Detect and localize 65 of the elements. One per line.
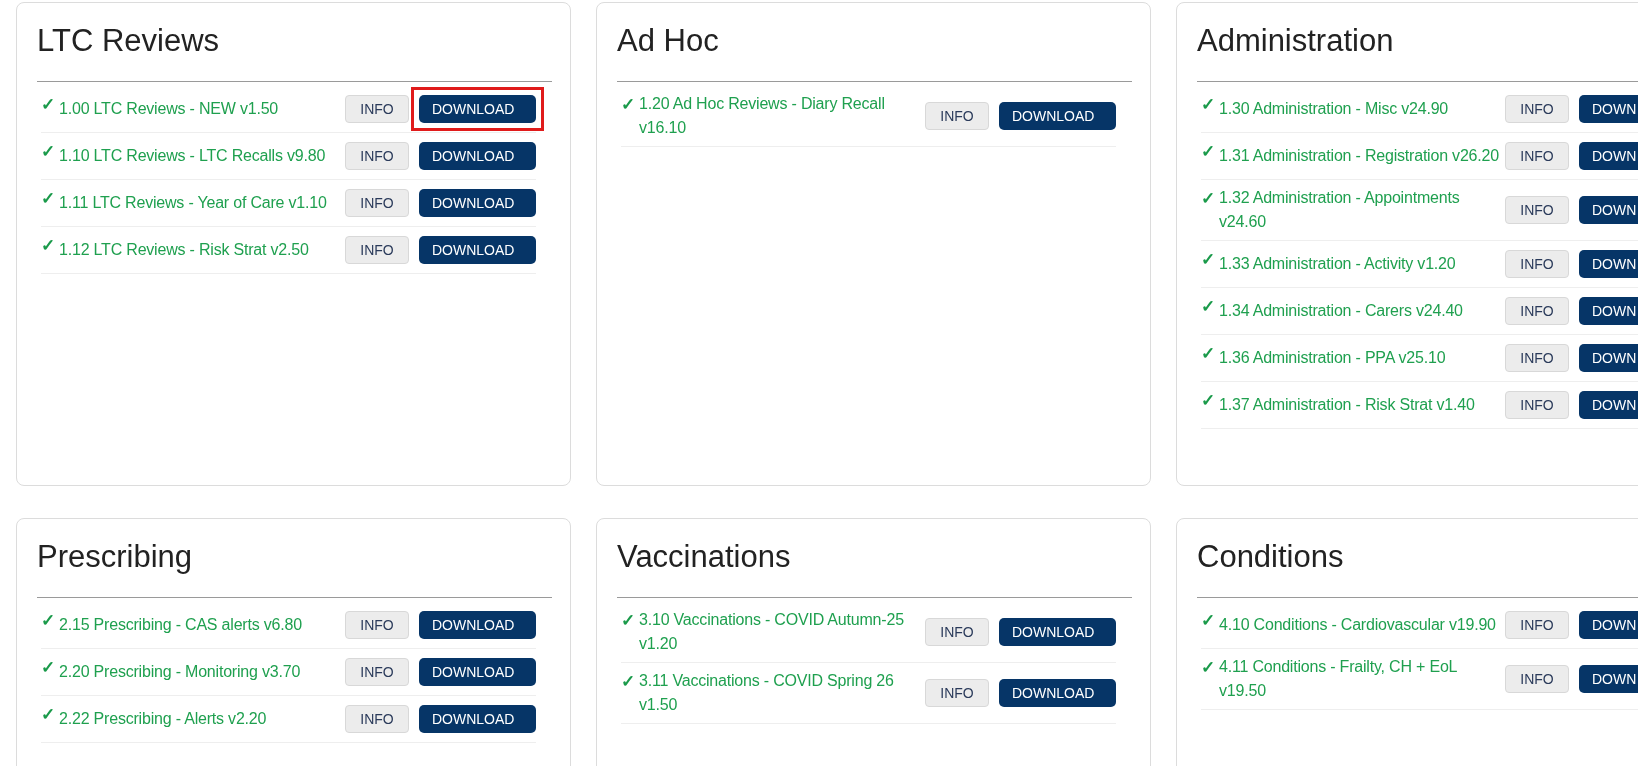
download-button[interactable]: DOWNLOAD [999, 102, 1116, 130]
check-mark: ✓ [1201, 296, 1215, 318]
card-title: Administration [1197, 23, 1395, 59]
check-mark: ✓ [621, 94, 635, 116]
check-mark: ✓ [41, 657, 55, 679]
info-button[interactable]: INFO [345, 658, 409, 686]
check-mark: ✓ [1201, 141, 1215, 163]
info-button[interactable]: INFO [925, 679, 989, 707]
card-title: Vaccinations [617, 539, 792, 575]
check-mark: ✓ [1201, 343, 1215, 365]
info-button[interactable]: INFO [345, 705, 409, 733]
template-link[interactable]: 1.11 LTC Reviews - Year of Care v1.10 [59, 191, 343, 215]
check-mark: ✓ [621, 671, 635, 693]
check-mark: ✓ [1201, 94, 1215, 116]
info-button[interactable]: INFO [345, 611, 409, 639]
download-button[interactable]: DOWNLOAD [419, 142, 536, 170]
download-button[interactable]: DOWNLOAD [419, 189, 536, 217]
check-mark: ✓ [621, 610, 635, 632]
download-button[interactable]: DOWN [1579, 142, 1638, 170]
info-button[interactable]: INFO [345, 236, 409, 264]
card-title: Ad Hoc [617, 23, 720, 59]
check-mark: ✓ [41, 141, 55, 163]
info-button[interactable]: INFO [1505, 611, 1569, 639]
info-button[interactable]: INFO [345, 95, 409, 123]
check-mark: ✓ [1201, 657, 1215, 679]
info-button[interactable]: INFO [1505, 95, 1569, 123]
info-button[interactable]: INFO [1505, 391, 1569, 419]
card-title: Conditions [1197, 539, 1345, 575]
download-button[interactable]: DOWN [1579, 611, 1638, 639]
check-mark: ✓ [41, 94, 55, 116]
check-mark: ✓ [41, 188, 55, 210]
download-button[interactable]: DOWNLOAD [411, 87, 544, 131]
download-button[interactable]: DOWN [1579, 250, 1638, 278]
info-button[interactable]: INFO [1505, 142, 1569, 170]
info-button[interactable]: INFO [1505, 250, 1569, 278]
info-button[interactable]: INFO [1505, 665, 1569, 693]
download-button[interactable]: DOWNLOAD [999, 679, 1116, 707]
info-button[interactable]: INFO [1505, 297, 1569, 325]
info-button[interactable]: INFO [345, 142, 409, 170]
card-title: LTC Reviews [37, 23, 221, 59]
check-mark: ✓ [1201, 390, 1215, 412]
info-button[interactable]: INFO [925, 618, 989, 646]
download-button[interactable]: DOWN [1579, 344, 1638, 372]
download-button[interactable]: DOWNLOAD [419, 611, 536, 639]
card-title: Prescribing [37, 539, 194, 575]
template-link[interactable]: 1.32 Administration - Appointments v24.60 [1219, 186, 1503, 234]
download-button[interactable]: DOWN [1579, 196, 1638, 224]
download-button[interactable]: DOWNLOAD [999, 618, 1116, 646]
download-button[interactable]: DOWN [1579, 297, 1638, 325]
info-button[interactable]: INFO [1505, 344, 1569, 372]
download-button[interactable]: DOWNLOAD [419, 236, 536, 264]
check-mark: ✓ [1201, 610, 1215, 632]
check-mark: ✓ [1201, 249, 1215, 271]
info-button[interactable]: INFO [345, 189, 409, 217]
download-button[interactable]: DOWN [1579, 665, 1638, 693]
download-button[interactable]: DOWN [1579, 95, 1638, 123]
info-button[interactable]: INFO [925, 102, 989, 130]
check-mark: ✓ [41, 704, 55, 726]
download-button[interactable]: DOWN [1579, 391, 1638, 419]
check-mark: ✓ [41, 610, 55, 632]
check-mark: ✓ [1201, 188, 1215, 210]
info-button[interactable]: INFO [1505, 196, 1569, 224]
check-mark: ✓ [41, 235, 55, 257]
download-button[interactable]: DOWNLOAD [419, 705, 536, 733]
download-button[interactable]: DOWNLOAD [419, 658, 536, 686]
